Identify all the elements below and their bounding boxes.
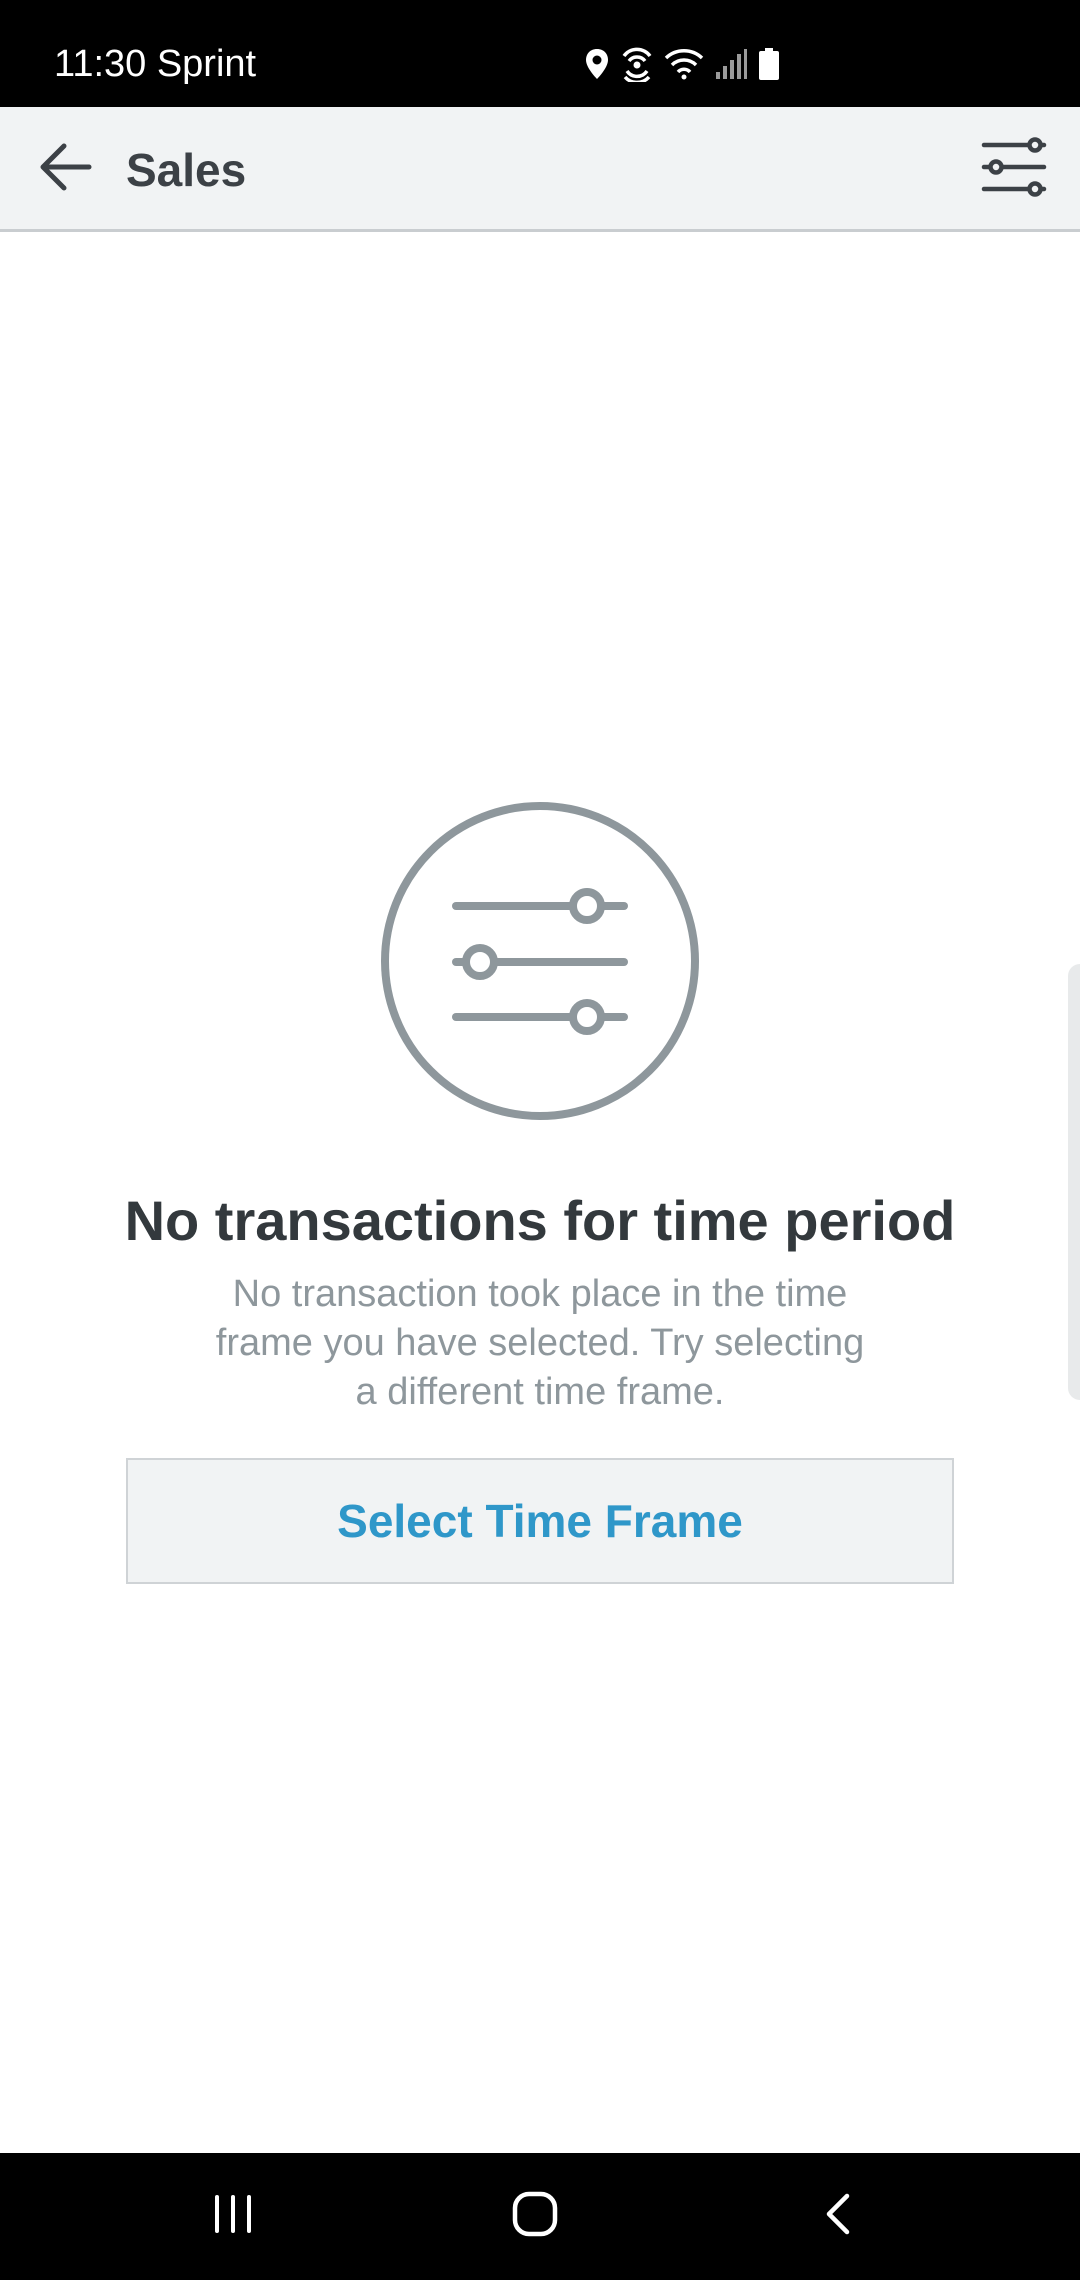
app-bar: Sales: [0, 107, 1080, 232]
filter-button[interactable]: [974, 129, 1054, 209]
hotspot-icon: [620, 46, 654, 82]
back-icon: [823, 2192, 853, 2241]
select-time-frame-button[interactable]: Select Time Frame: [126, 1458, 954, 1584]
sliders-circle-icon: [380, 801, 700, 1121]
battery-icon: [758, 47, 780, 81]
cell-signal-icon: [714, 48, 748, 80]
recents-button[interactable]: [183, 2171, 283, 2261]
home-icon: [512, 2191, 558, 2242]
sales-screen: 11:30 Sprint Sales No transactions for t…: [0, 0, 1080, 2280]
home-button[interactable]: [485, 2171, 585, 2261]
sliders-icon: [981, 136, 1047, 203]
location-icon: [584, 48, 610, 80]
status-icons: [584, 44, 780, 84]
edge-panel-handle[interactable]: [1068, 964, 1080, 1400]
page-title: Sales: [126, 144, 247, 196]
status-time-carrier: 11:30 Sprint: [54, 43, 257, 85]
status-bar: 11:30 Sprint: [0, 0, 1080, 107]
recents-icon: [212, 2194, 254, 2239]
empty-state-title: No transactions for time period: [124, 1189, 956, 1252]
wifi-icon: [664, 48, 704, 80]
back-button[interactable]: [28, 131, 104, 207]
system-navigation-bar: [0, 2153, 1080, 2280]
empty-state-message: No transaction took place in the time fr…: [215, 1273, 865, 1413]
arrow-left-icon: [39, 142, 93, 197]
nav-back-button[interactable]: [788, 2171, 888, 2261]
